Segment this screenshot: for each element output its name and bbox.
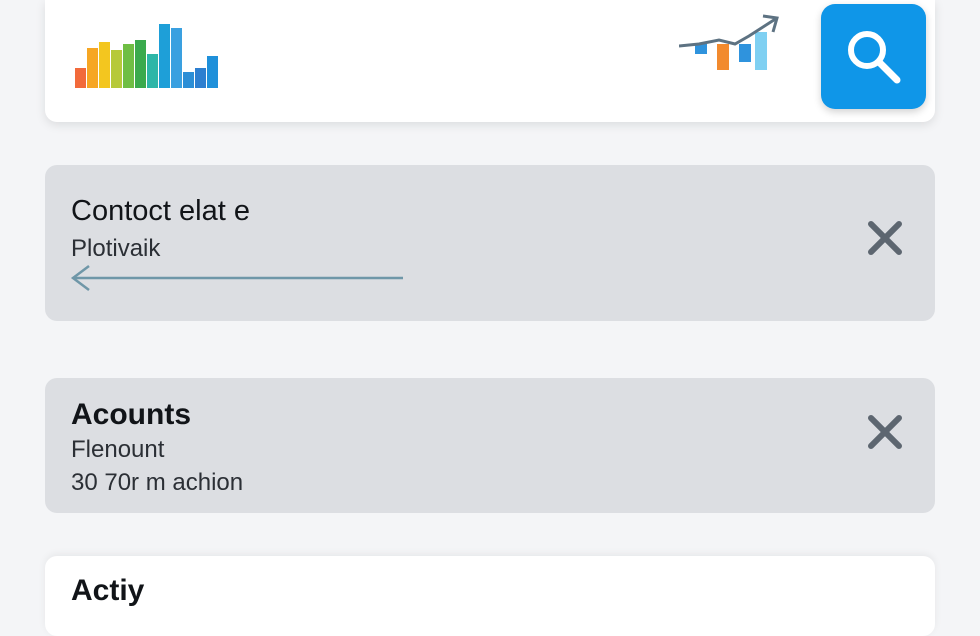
close-icon[interactable] <box>865 218 905 258</box>
search-icon <box>848 31 901 84</box>
card-title: Acounts <box>71 398 191 431</box>
header-bar <box>45 0 935 122</box>
bar-chart-logo-icon <box>75 24 218 88</box>
activity-card[interactable]: Actiy <box>45 556 935 636</box>
card-title: Actiy <box>71 574 145 607</box>
close-icon[interactable] <box>865 412 905 452</box>
card-subtitle: Plotivaik <box>71 235 161 262</box>
card-subtitle: Flenount <box>71 436 165 463</box>
card-title: Contoct elat e <box>71 195 250 227</box>
contact-card[interactable]: Contoct elat e Plotivaik <box>45 165 935 321</box>
back-arrow-icon[interactable] <box>69 263 405 293</box>
card-detail: 30 70r m achion <box>71 469 244 496</box>
search-button[interactable] <box>821 4 926 109</box>
accounts-card[interactable]: Acounts Flenount 30 70r m achion <box>45 378 935 513</box>
trending-up-chart-icon <box>679 14 779 70</box>
